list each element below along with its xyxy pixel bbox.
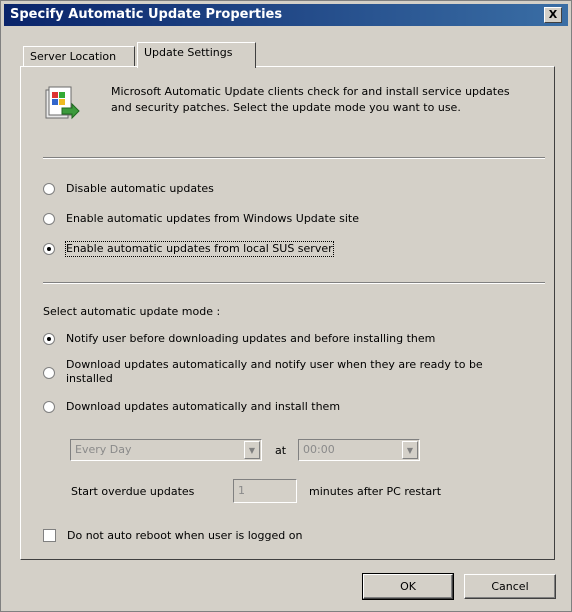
checkbox-label: Do not auto reboot when user is logged o… [67, 529, 303, 542]
day-dropdown-value: Every Day [75, 443, 132, 456]
radio-button[interactable] [43, 243, 55, 255]
time-dropdown[interactable]: 00:00 ▼ [298, 439, 420, 461]
cancel-button[interactable]: Cancel [464, 574, 556, 599]
windows-update-icon [45, 86, 80, 120]
overdue-suffix-label: minutes after PC restart [309, 485, 442, 498]
tab-label: Server Location [30, 50, 117, 63]
update-settings-panel: Microsoft Automatic Update clients check… [20, 66, 555, 560]
time-dropdown-value: 00:00 [303, 443, 335, 456]
no-auto-reboot-checkbox[interactable] [43, 529, 56, 542]
dialog-window: Specify Automatic Update Properties X Se… [0, 0, 572, 612]
radio-button[interactable] [43, 183, 55, 195]
overdue-minutes-value: 1 [238, 484, 245, 497]
radio-disable-updates[interactable]: Disable automatic updates [43, 182, 214, 196]
ok-button-label: OK [400, 580, 416, 593]
radio-label: Enable automatic updates from Windows Up… [66, 212, 359, 225]
chevron-down-icon[interactable]: ▼ [402, 441, 418, 459]
radio-local-sus-server[interactable]: Enable automatic updates from local SUS … [43, 241, 334, 257]
radio-download-and-notify[interactable]: Download updates automatically and notif… [43, 358, 496, 386]
chevron-down-icon[interactable]: ▼ [244, 441, 260, 459]
cancel-button-label: Cancel [491, 580, 529, 593]
radio-button[interactable] [43, 333, 55, 345]
tab-update-settings[interactable]: Update Settings [137, 42, 256, 68]
radio-windows-update-site[interactable]: Enable automatic updates from Windows Up… [43, 212, 359, 226]
radio-button[interactable] [43, 401, 55, 413]
no-auto-reboot-checkbox-row[interactable]: Do not auto reboot when user is logged o… [43, 529, 302, 542]
title-bar[interactable]: Specify Automatic Update Properties X [4, 4, 568, 26]
window-title: Specify Automatic Update Properties [10, 7, 283, 22]
overdue-label: Start overdue updates [71, 485, 195, 498]
radio-notify-before-download[interactable]: Notify user before downloading updates a… [43, 332, 435, 346]
radio-download-and-install[interactable]: Download updates automatically and insta… [43, 400, 340, 414]
radio-button[interactable] [43, 367, 55, 379]
update-mode-label: Select automatic update mode : [43, 305, 221, 318]
day-dropdown[interactable]: Every Day ▼ [70, 439, 262, 461]
radio-label: Notify user before downloading updates a… [66, 332, 436, 345]
tab-label: Update Settings [144, 46, 233, 59]
ok-button[interactable]: OK [362, 573, 454, 600]
separator [43, 282, 545, 284]
close-button[interactable]: X [544, 7, 562, 23]
radio-label: Enable automatic updates from local SUS … [65, 241, 334, 257]
tab-server-location[interactable]: Server Location [23, 46, 135, 66]
overdue-minutes-input[interactable]: 1 [233, 479, 297, 503]
separator [43, 157, 545, 159]
radio-button[interactable] [43, 213, 55, 225]
radio-label: Download updates automatically and insta… [66, 400, 341, 413]
intro-description: Microsoft Automatic Update clients check… [111, 85, 510, 114]
radio-label: Disable automatic updates [66, 182, 214, 195]
close-icon: X [548, 8, 558, 21]
radio-label: Download updates automatically and notif… [66, 358, 483, 385]
at-label: at [275, 444, 287, 457]
